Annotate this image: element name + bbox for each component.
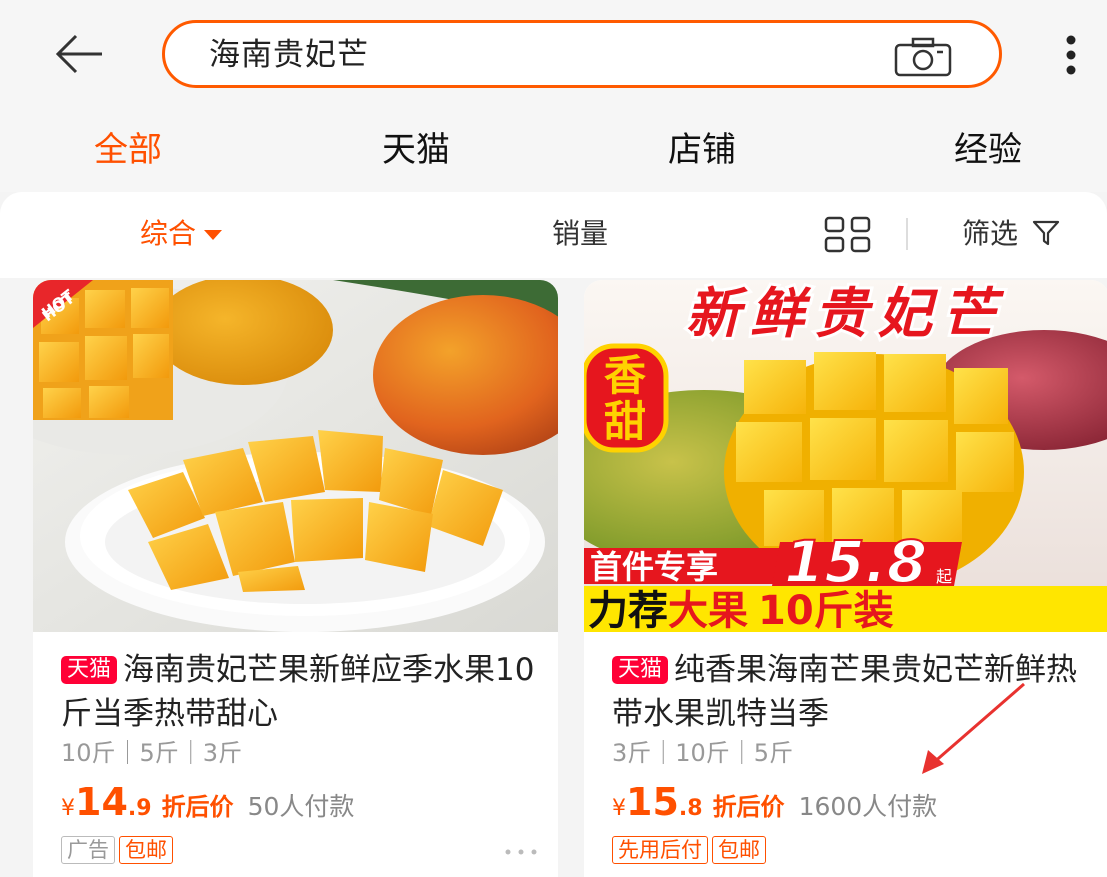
product-image[interactable]: HOT HOT — [33, 280, 558, 632]
camera-icon[interactable] — [893, 37, 953, 77]
discount-price-label: 折后价 — [712, 793, 785, 821]
caret-down-icon — [204, 230, 223, 240]
image-headline: 新鲜贵妃芒 — [686, 282, 1006, 345]
buyers-count: 1600人付款 — [798, 792, 938, 821]
sort-bar: 综合 销量 筛选 — [0, 192, 1107, 278]
divider — [906, 218, 908, 250]
product-card[interactable]: HOT HOT 天猫 海南贵妃芒果新鲜应季水果10斤当季热带甜心 10斤｜5斤｜3… — [33, 280, 558, 877]
ad-tag: 广告 — [61, 836, 115, 864]
price-decimal: .9 — [127, 796, 152, 821]
more-horizontal-icon[interactable] — [504, 848, 538, 856]
svg-text:力荐大果10斤装: 力荐大果 10斤装 — [588, 588, 894, 632]
sort-sales[interactable]: 销量 — [552, 216, 608, 252]
tab-experience[interactable]: 经验 — [954, 128, 1022, 172]
image-bottom-a: 力荐 — [588, 588, 668, 632]
top-bar: 海南贵妃芒 — [0, 0, 1107, 110]
free-shipping-tag: 包邮 — [712, 836, 766, 864]
tag-list: 广告 包邮 — [61, 836, 177, 866]
image-badge-line2: 甜 — [604, 397, 646, 446]
filter-button[interactable]: 筛选 — [962, 216, 1061, 252]
discount-price-label: 折后价 — [161, 793, 234, 821]
buyers-count: 50人付款 — [247, 792, 355, 821]
image-promo-price: 15.8 — [784, 528, 927, 596]
search-tabs: 全部 天猫 店铺 经验 — [0, 110, 1107, 192]
tmall-badge: 天猫 — [612, 656, 669, 684]
tab-shops[interactable]: 店铺 — [668, 128, 736, 172]
tag-list: 先用后付 包邮 — [612, 836, 770, 866]
tab-all[interactable]: 全部 — [94, 128, 162, 172]
image-promo-prefix: 首件专享 — [590, 548, 718, 586]
currency-symbol: ¥ — [612, 796, 626, 821]
image-bottom-b: 大果 — [668, 588, 748, 632]
pay-later-tag: 先用后付 — [612, 836, 708, 864]
product-title[interactable]: 天猫 纯香果海南芒果贵妃芒新鲜热带水果凯特当季 — [612, 648, 1092, 736]
price-decimal: .8 — [678, 796, 703, 821]
search-box[interactable]: 海南贵妃芒 — [162, 20, 1002, 88]
search-input[interactable]: 海南贵妃芒 — [209, 35, 369, 75]
tmall-badge: 天猫 — [61, 656, 118, 684]
tab-tmall[interactable]: 天猫 — [382, 128, 450, 172]
price-row: ¥14.9 折后价 50人付款 — [61, 780, 354, 824]
product-image[interactable]: 新鲜贵妃芒 香 甜 首件专享 15.8 起 力荐大果 10斤装 — [584, 280, 1107, 632]
sort-comprehensive[interactable]: 综合 — [140, 216, 223, 252]
more-vertical-icon[interactable] — [1058, 34, 1084, 78]
image-promo-suffix: 起 — [936, 567, 952, 586]
price-row: ¥15.8 折后价 1600人付款 — [612, 780, 937, 824]
arrow-left-icon[interactable] — [52, 30, 108, 78]
currency-symbol: ¥ — [61, 796, 75, 821]
product-title-text: 纯香果海南芒果贵妃芒新鲜热带水果凯特当季 — [612, 652, 1078, 732]
free-shipping-tag: 包邮 — [119, 836, 173, 864]
price-integer: 14 — [75, 780, 128, 824]
product-title[interactable]: 天猫 海南贵妃芒果新鲜应季水果10斤当季热带甜心 — [61, 648, 541, 736]
product-specs: 10斤｜5斤｜3斤 — [61, 739, 243, 767]
image-badge-line1: 香 — [604, 351, 646, 400]
image-bottom-c: 10斤装 — [758, 588, 894, 632]
layout-toggle-icon[interactable] — [824, 216, 872, 254]
sort-comprehensive-label: 综合 — [140, 217, 197, 250]
price-integer: 15 — [626, 780, 679, 824]
filter-label: 筛选 — [962, 217, 1019, 250]
product-card[interactable]: 新鲜贵妃芒 香 甜 首件专享 15.8 起 力荐大果 10斤装 天猫 纯香果海南芒果… — [584, 280, 1107, 877]
product-title-text: 海南贵妃芒果新鲜应季水果10斤当季热带甜心 — [61, 652, 535, 732]
product-specs: 3斤｜10斤｜5斤 — [612, 739, 794, 767]
filter-icon — [1032, 220, 1060, 246]
